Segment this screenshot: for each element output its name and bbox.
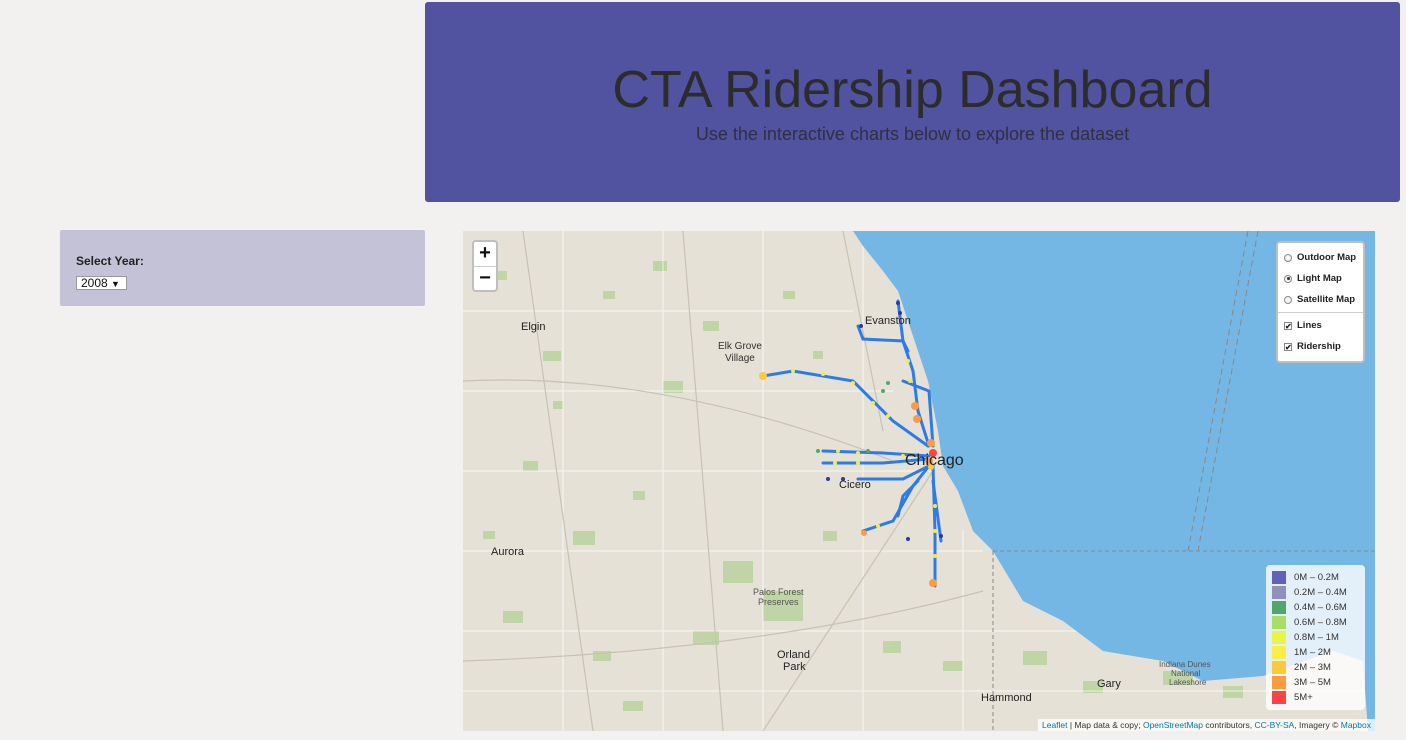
place-label-elgin: Elgin xyxy=(521,321,546,333)
legend-item: 0.6M – 0.8M xyxy=(1272,615,1359,630)
radio-icon[interactable] xyxy=(1284,295,1292,304)
leaflet-link[interactable]: Leaflet xyxy=(1042,720,1068,730)
year-select-value: 2008 xyxy=(81,276,108,290)
controls-panel: Select Year: 2008 ▼ xyxy=(60,230,425,306)
legend-swatch xyxy=(1272,616,1286,629)
legend-swatch xyxy=(1272,661,1286,674)
legend-label: 5M+ xyxy=(1294,692,1313,703)
radio-selected-icon[interactable] xyxy=(1284,274,1292,283)
place-label-chicago: Chicago xyxy=(905,452,964,469)
place-label-village: Village xyxy=(725,353,755,364)
layer-option-label: Outdoor Map xyxy=(1297,252,1357,263)
legend-label: 1M – 2M xyxy=(1294,647,1331,658)
place-label-palos: Palos Forest xyxy=(753,587,804,597)
map-attribution: Leaflet | Map data & copy; OpenStreetMap… xyxy=(1037,719,1375,731)
place-label-national: National xyxy=(1171,669,1201,678)
legend-swatch xyxy=(1272,676,1286,689)
mapbox-link[interactable]: Mapbox xyxy=(1341,720,1371,730)
zoom-control: + − xyxy=(472,240,498,292)
ridership-legend: 0M – 0.2M 0.2M – 0.4M 0.4M – 0.6M 0.6M –… xyxy=(1266,565,1365,710)
place-label-orland: Orland xyxy=(777,649,811,661)
basemap[interactable] xyxy=(463,231,1375,731)
legend-swatch xyxy=(1272,571,1286,584)
legend-label: 3M – 5M xyxy=(1294,677,1331,688)
attribution-text: , Imagery © xyxy=(1294,720,1341,730)
legend-item: 1M – 2M xyxy=(1272,645,1359,660)
zoom-out-button[interactable]: − xyxy=(474,266,496,290)
legend-label: 0.8M – 1M xyxy=(1294,632,1339,643)
chevron-down-icon: ▼ xyxy=(111,279,120,289)
checkbox-checked-icon[interactable]: ✔ xyxy=(1284,321,1292,330)
layer-option-satellite[interactable]: Satellite Map xyxy=(1284,289,1357,310)
overlay-option-lines[interactable]: ✔ Lines xyxy=(1284,315,1357,336)
ridership-map[interactable]: Elgin Evanston Elk Grove Village Chicago… xyxy=(463,231,1375,731)
legend-label: 2M – 3M xyxy=(1294,662,1331,673)
legend-swatch xyxy=(1272,691,1286,704)
place-label-aurora: Aurora xyxy=(491,546,525,558)
checkbox-checked-icon[interactable]: ✔ xyxy=(1284,342,1292,351)
legend-label: 0.2M – 0.4M xyxy=(1294,587,1347,598)
page-title: CTA Ridership Dashboard xyxy=(612,61,1213,119)
dashboard-header: CTA Ridership Dashboard Use the interact… xyxy=(425,2,1400,202)
layer-separator xyxy=(1278,312,1363,313)
year-select-label: Select Year: xyxy=(76,254,144,268)
legend-swatch xyxy=(1272,586,1286,599)
place-label-elk-grove: Elk Grove xyxy=(718,341,762,352)
layer-option-label: Light Map xyxy=(1297,273,1342,284)
layer-control: Outdoor Map Light Map Satellite Map ✔ Lin… xyxy=(1276,241,1365,363)
place-label-cicero: Cicero xyxy=(839,479,871,491)
legend-item: 0.8M – 1M xyxy=(1272,630,1359,645)
layer-option-outdoor[interactable]: Outdoor Map xyxy=(1284,247,1357,268)
place-label-preserves: Preserves xyxy=(758,597,799,607)
legend-swatch xyxy=(1272,646,1286,659)
osm-link[interactable]: OpenStreetMap xyxy=(1143,720,1203,730)
attribution-text: | Map data & copy; xyxy=(1067,720,1143,730)
legend-item: 0.2M – 0.4M xyxy=(1272,585,1359,600)
legend-item: 0M – 0.2M xyxy=(1272,570,1359,585)
layer-option-light[interactable]: Light Map xyxy=(1284,268,1357,289)
place-label-park: Park xyxy=(783,661,806,673)
cc-by-sa-link[interactable]: CC-BY-SA xyxy=(1254,720,1294,730)
layer-option-label: Satellite Map xyxy=(1297,294,1356,305)
zoom-in-button[interactable]: + xyxy=(474,242,496,266)
legend-item: 5M+ xyxy=(1272,690,1359,705)
legend-swatch xyxy=(1272,601,1286,614)
legend-item: 2M – 3M xyxy=(1272,660,1359,675)
legend-label: 0M – 0.2M xyxy=(1294,572,1339,583)
place-label-lakeshore: Lakeshore xyxy=(1169,678,1207,687)
legend-label: 0.6M – 0.8M xyxy=(1294,617,1347,628)
radio-icon[interactable] xyxy=(1284,253,1292,262)
place-label-hammond: Hammond xyxy=(981,692,1032,704)
page-subtitle: Use the interactive charts below to expl… xyxy=(695,124,1130,144)
attribution-text: contributors, xyxy=(1202,720,1255,730)
overlay-option-ridership[interactable]: ✔ Ridership xyxy=(1284,336,1357,357)
legend-item: 3M – 5M xyxy=(1272,675,1359,690)
legend-item: 0.4M – 0.6M xyxy=(1272,600,1359,615)
legend-swatch xyxy=(1272,631,1286,644)
year-select[interactable]: 2008 ▼ xyxy=(76,276,127,290)
place-label-gary: Gary xyxy=(1097,678,1121,690)
overlay-option-label: Lines xyxy=(1297,320,1322,331)
place-label-dunes: Indiana Dunes xyxy=(1159,660,1211,669)
overlay-option-label: Ridership xyxy=(1297,341,1341,352)
place-label-evanston: Evanston xyxy=(865,315,911,327)
legend-label: 0.4M – 0.6M xyxy=(1294,602,1347,613)
